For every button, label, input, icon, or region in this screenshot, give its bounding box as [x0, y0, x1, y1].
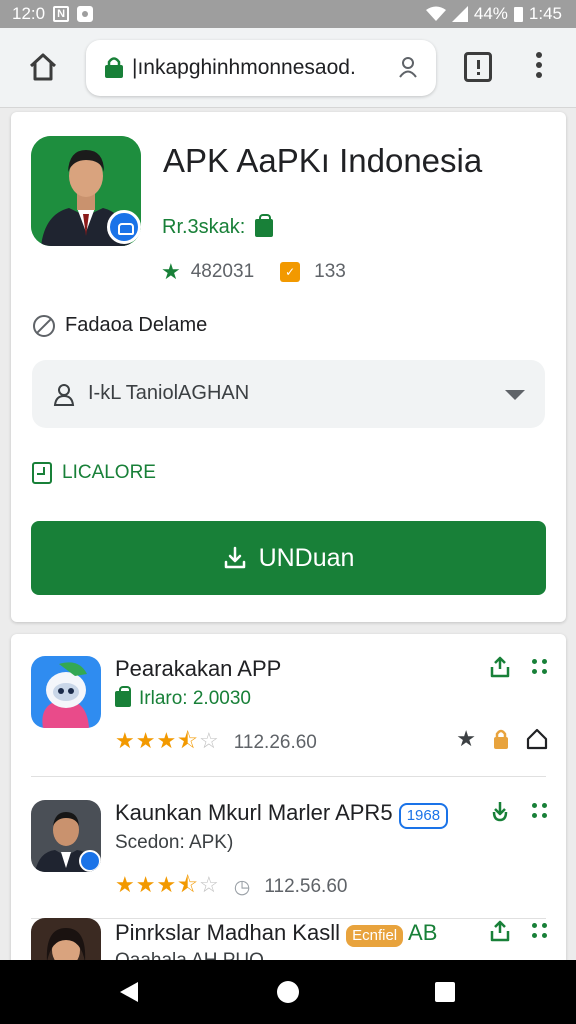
system-nav-bar — [0, 960, 576, 1024]
developer-name: Fadaoa Delame — [65, 314, 208, 336]
list-item-title-text[interactable]: Pinrkslar Madhan Kasll — [115, 920, 340, 945]
app-tag-icon — [115, 686, 131, 707]
app-title: APK AaPKı Indonesia — [163, 142, 483, 179]
list-item-subtitle: Irlaro: 2.0030 — [115, 686, 251, 710]
notification-app-icon — [77, 6, 94, 22]
address-bar[interactable]: |ınkapghinhmonnesaod. — [86, 40, 436, 96]
license-link[interactable]: LICALORE — [32, 462, 156, 484]
star-rating-icon: ★★★⯪☆ — [115, 872, 220, 897]
clock-icon: ◷ — [233, 876, 251, 898]
download-label: UNDuan — [258, 543, 355, 572]
chevron-down-icon[interactable] — [505, 390, 525, 400]
share-icon[interactable] — [490, 920, 510, 942]
status-time-right: 1:45 — [528, 4, 562, 23]
home-circle-icon[interactable] — [277, 981, 299, 1003]
status-time: 12:0 — [12, 4, 46, 23]
list-item-rating: ★★★⯪☆ ◷ 112.56.60 — [115, 868, 347, 906]
list-item-extra-actions: ★ — [456, 726, 548, 752]
list-item-pill: Ecnfiel — [346, 925, 404, 947]
list-item-title[interactable]: Pinrkslar Madhan Kasll Ecnfiel AB — [115, 920, 437, 947]
list-item-actions — [490, 920, 548, 942]
list-item-rating: ★★★⯪☆ 112.26.60 — [115, 724, 317, 762]
tab-switcher-icon[interactable] — [464, 52, 492, 82]
more-options-icon[interactable] — [532, 803, 548, 819]
app-price-row: Rr.3skak: — [162, 213, 274, 239]
download-icon — [224, 546, 245, 569]
download-button[interactable]: UNDuan — [31, 521, 546, 595]
list-item-rating-value: 112.26.60 — [233, 732, 317, 753]
lock-key-icon[interactable] — [492, 728, 510, 750]
app-badge-count: 133 — [314, 261, 346, 282]
star-icon: ★ — [161, 259, 181, 284]
list-item-title[interactable]: Pearakakan APP — [115, 656, 281, 682]
wifi-icon — [425, 6, 446, 21]
more-options-icon[interactable] — [532, 659, 548, 675]
verified-badge-icon — [107, 210, 141, 244]
home-outline-icon[interactable] — [526, 728, 548, 750]
battery-icon — [513, 6, 523, 22]
list-item-actions — [490, 656, 548, 678]
license-label[interactable]: LICALORE — [62, 462, 156, 484]
account-select[interactable]: I-kL TaniolAGHAN — [32, 360, 545, 428]
verified-badge-icon — [79, 850, 101, 872]
list-item[interactable]: Pearakakan APP Irlaro: 2.0030 ★★★⯪☆ 112.… — [11, 634, 566, 777]
shopping-bag-icon — [255, 213, 274, 237]
app-detail-card: APK AaPKı Indonesia Rr.3skak: ★ 482031 ✓… — [11, 112, 566, 622]
battery-percent: 44% — [473, 4, 508, 23]
share-icon[interactable] — [490, 656, 510, 678]
list-item-title[interactable]: Kaunkan Mkurl Marler APR5 1968 — [115, 800, 449, 829]
list-item-subtitle-text: Irlaro: 2.0030 — [139, 688, 251, 709]
robot-app-icon — [31, 656, 101, 728]
list-item[interactable]: Kaunkan Mkurl Marler APR5 1968 Scedon: A… — [11, 778, 566, 919]
list-item-pill: 1968 — [398, 803, 449, 829]
more-options-icon[interactable] — [532, 923, 548, 939]
list-item-subtitle: Scedon: APK) — [115, 832, 234, 853]
recents-icon[interactable] — [435, 982, 455, 1002]
related-apps-list: Pearakakan APP Irlaro: 2.0030 ★★★⯪☆ 112.… — [11, 634, 566, 994]
download-outline-icon[interactable] — [490, 800, 510, 822]
more-vert-icon[interactable] — [532, 52, 546, 84]
notification-n-icon: N — [53, 6, 70, 22]
account-select-value: I-kL TaniolAGHAN — [88, 382, 250, 404]
app-price: Rr.3skak: — [162, 216, 246, 238]
status-bar: 12:0 N 44% 1:45 — [0, 0, 576, 28]
list-item-title-text[interactable]: Kaunkan Mkurl Marler APR5 — [115, 800, 393, 825]
star-rating-icon: ★★★⯪☆ — [115, 728, 220, 753]
app-stats-row: ★ 482031 ✓ 133 — [161, 259, 346, 285]
favorite-star-icon[interactable]: ★ — [456, 726, 476, 752]
app-rating-count: 482031 — [190, 261, 255, 282]
blocked-icon — [33, 314, 55, 337]
account-icon[interactable] — [398, 56, 418, 78]
signal-icon — [451, 6, 468, 22]
developer-row: Fadaoa Delame — [33, 314, 207, 337]
lock-icon — [105, 57, 123, 78]
back-icon[interactable] — [120, 982, 138, 1002]
list-divider — [31, 776, 546, 777]
home-icon[interactable] — [26, 50, 60, 84]
list-item-title-suffix: AB — [408, 920, 438, 945]
document-icon — [32, 462, 52, 484]
browser-toolbar: |ınkapghinhmonnesaod. — [0, 28, 576, 108]
person-app-icon — [31, 800, 101, 872]
list-item-actions — [490, 800, 548, 822]
bookmark-badge-icon: ✓ — [280, 262, 301, 282]
list-item-rating-value: 112.56.60 — [264, 876, 348, 897]
url-text[interactable]: |ınkapghinhmonnesaod. — [132, 56, 382, 80]
person-icon — [53, 384, 75, 406]
